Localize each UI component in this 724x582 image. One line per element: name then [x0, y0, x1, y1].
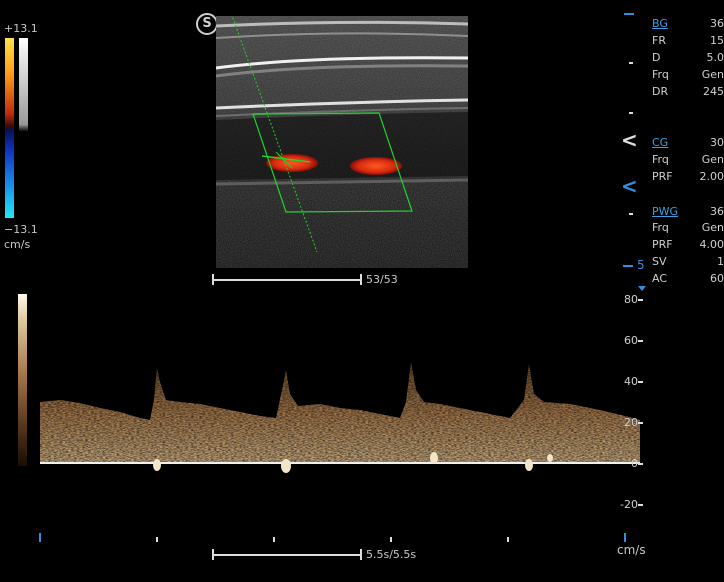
param-pw-frq-name: Frq	[652, 221, 669, 234]
param-color-frq: Frq Gen	[652, 153, 724, 169]
baseline-artifact-2	[281, 459, 291, 473]
baseline-artifact-5	[547, 454, 553, 462]
depth-value-label: 5	[637, 258, 645, 272]
param-cg-value: 30	[710, 136, 724, 149]
param-color-frq-name: Frq	[652, 153, 669, 166]
depth-ruler-bottom-mark	[623, 265, 633, 267]
param-dr-value: 245	[703, 85, 724, 98]
velocity-scale-label-40: 40	[624, 375, 638, 388]
param-d-value: 5.0	[706, 51, 724, 64]
param-pw-prf-name: PRF	[652, 238, 673, 251]
param-cg-name[interactable]: CG	[652, 136, 668, 149]
param-bmode-frq-name: Frq	[652, 68, 669, 81]
param-bg[interactable]: BG 36	[652, 17, 724, 33]
param-color-prf-name: PRF	[652, 170, 673, 183]
param-pwg[interactable]: PWG 36	[652, 205, 724, 221]
param-sv: SV 1	[652, 255, 724, 271]
velocity-scale-label-80: 80	[624, 293, 638, 306]
depth-ruler-mark-2	[629, 112, 633, 114]
time-scale-bar	[212, 554, 362, 556]
param-d: D 5.0	[652, 51, 724, 67]
param-ac-value: 60	[710, 272, 724, 285]
time-axis-tick-1	[156, 537, 158, 542]
brand-logo-letter: S	[202, 16, 212, 31]
param-bmode-frq: Frq Gen	[652, 68, 724, 84]
depth-ruler-mark-1	[629, 62, 633, 64]
time-scale-counter: 5.5s/5.5s	[366, 548, 417, 561]
color-scale-min-label: −13.1	[4, 223, 38, 236]
param-ac: AC 60	[652, 272, 724, 288]
param-color-prf: PRF 2.00	[652, 170, 724, 186]
bmode-length-scale	[212, 279, 362, 281]
param-cg[interactable]: CG 30	[652, 136, 724, 152]
spectral-doppler-trace[interactable]	[40, 290, 640, 500]
brand-logo: S	[196, 13, 218, 35]
color-variance-bar	[19, 38, 28, 218]
time-axis-tick-2	[273, 537, 275, 542]
spectral-gray-map-bar	[18, 294, 27, 466]
param-dr-name: DR	[652, 85, 669, 98]
bmode-image[interactable]	[216, 16, 468, 268]
velocity-scale-tick-40	[638, 381, 643, 383]
velocity-scale-tick-80	[638, 299, 643, 301]
color-velocity-bar	[5, 38, 14, 218]
baseline-artifact-1	[153, 459, 161, 471]
color-scale-max-label: +13.1	[4, 22, 38, 35]
spectral-texture	[40, 360, 640, 464]
param-pw-prf: PRF 4.00	[652, 238, 724, 254]
param-ac-name: AC	[652, 272, 668, 285]
bmode-length-scale-left-cap	[212, 274, 214, 285]
param-d-name: D	[652, 51, 661, 64]
depth-ruler-mark-3	[629, 213, 633, 215]
param-pw-frq-value: Gen	[701, 221, 724, 234]
param-fr-name: FR	[652, 34, 666, 47]
velocity-scale-tick-20	[638, 422, 643, 424]
velocity-scale-label-60: 60	[624, 334, 638, 347]
param-fr: FR 15	[652, 34, 724, 50]
velocity-scale-label-minus20: -20	[620, 498, 638, 511]
time-axis-tick-3	[390, 537, 392, 542]
param-bg-name[interactable]: BG	[652, 17, 668, 30]
time-scale-left-cap	[212, 549, 214, 560]
param-pw-frq: Frq Gen	[652, 221, 724, 237]
param-color-prf-value: 2.00	[699, 170, 724, 183]
color-flow-segment-left	[266, 154, 318, 172]
focus-marker-blue-icon[interactable]: <	[621, 176, 638, 196]
velocity-scale-tick-60	[638, 340, 643, 342]
time-axis-start-mark	[39, 533, 41, 542]
spectral-unit-label: cm/s	[617, 543, 646, 557]
baseline-artifact-4	[525, 459, 533, 471]
bmode-frame-counter: 53/53	[366, 273, 398, 286]
param-pw-prf-value: 4.00	[699, 238, 724, 251]
color-scale-unit-label: cm/s	[4, 238, 31, 251]
focus-marker-white-icon[interactable]: <	[621, 130, 638, 150]
velocity-scale-label-0: 0	[631, 457, 638, 470]
param-bg-value: 36	[710, 17, 724, 30]
param-sv-name: SV	[652, 255, 667, 268]
bmode-length-scale-right-cap	[360, 274, 362, 285]
velocity-scale-tick-0	[638, 463, 643, 465]
velocity-scale-label-20: 20	[624, 416, 638, 429]
param-dr: DR 245	[652, 85, 724, 101]
param-color-frq-value: Gen	[701, 153, 724, 166]
param-fr-value: 15	[710, 34, 724, 47]
param-bmode-frq-value: Gen	[701, 68, 724, 81]
baseline-artifact-3	[430, 452, 438, 464]
time-axis-end-mark	[624, 533, 626, 542]
depth-ruler-top-mark	[624, 13, 634, 15]
velocity-scale-tick-minus20	[638, 504, 643, 506]
time-axis-tick-4	[507, 537, 509, 542]
param-pwg-name[interactable]: PWG	[652, 205, 678, 218]
time-scale-right-cap	[360, 549, 362, 560]
param-sv-value: 1	[717, 255, 724, 268]
vessel-lumen	[216, 112, 468, 180]
param-pwg-value: 36	[710, 205, 724, 218]
